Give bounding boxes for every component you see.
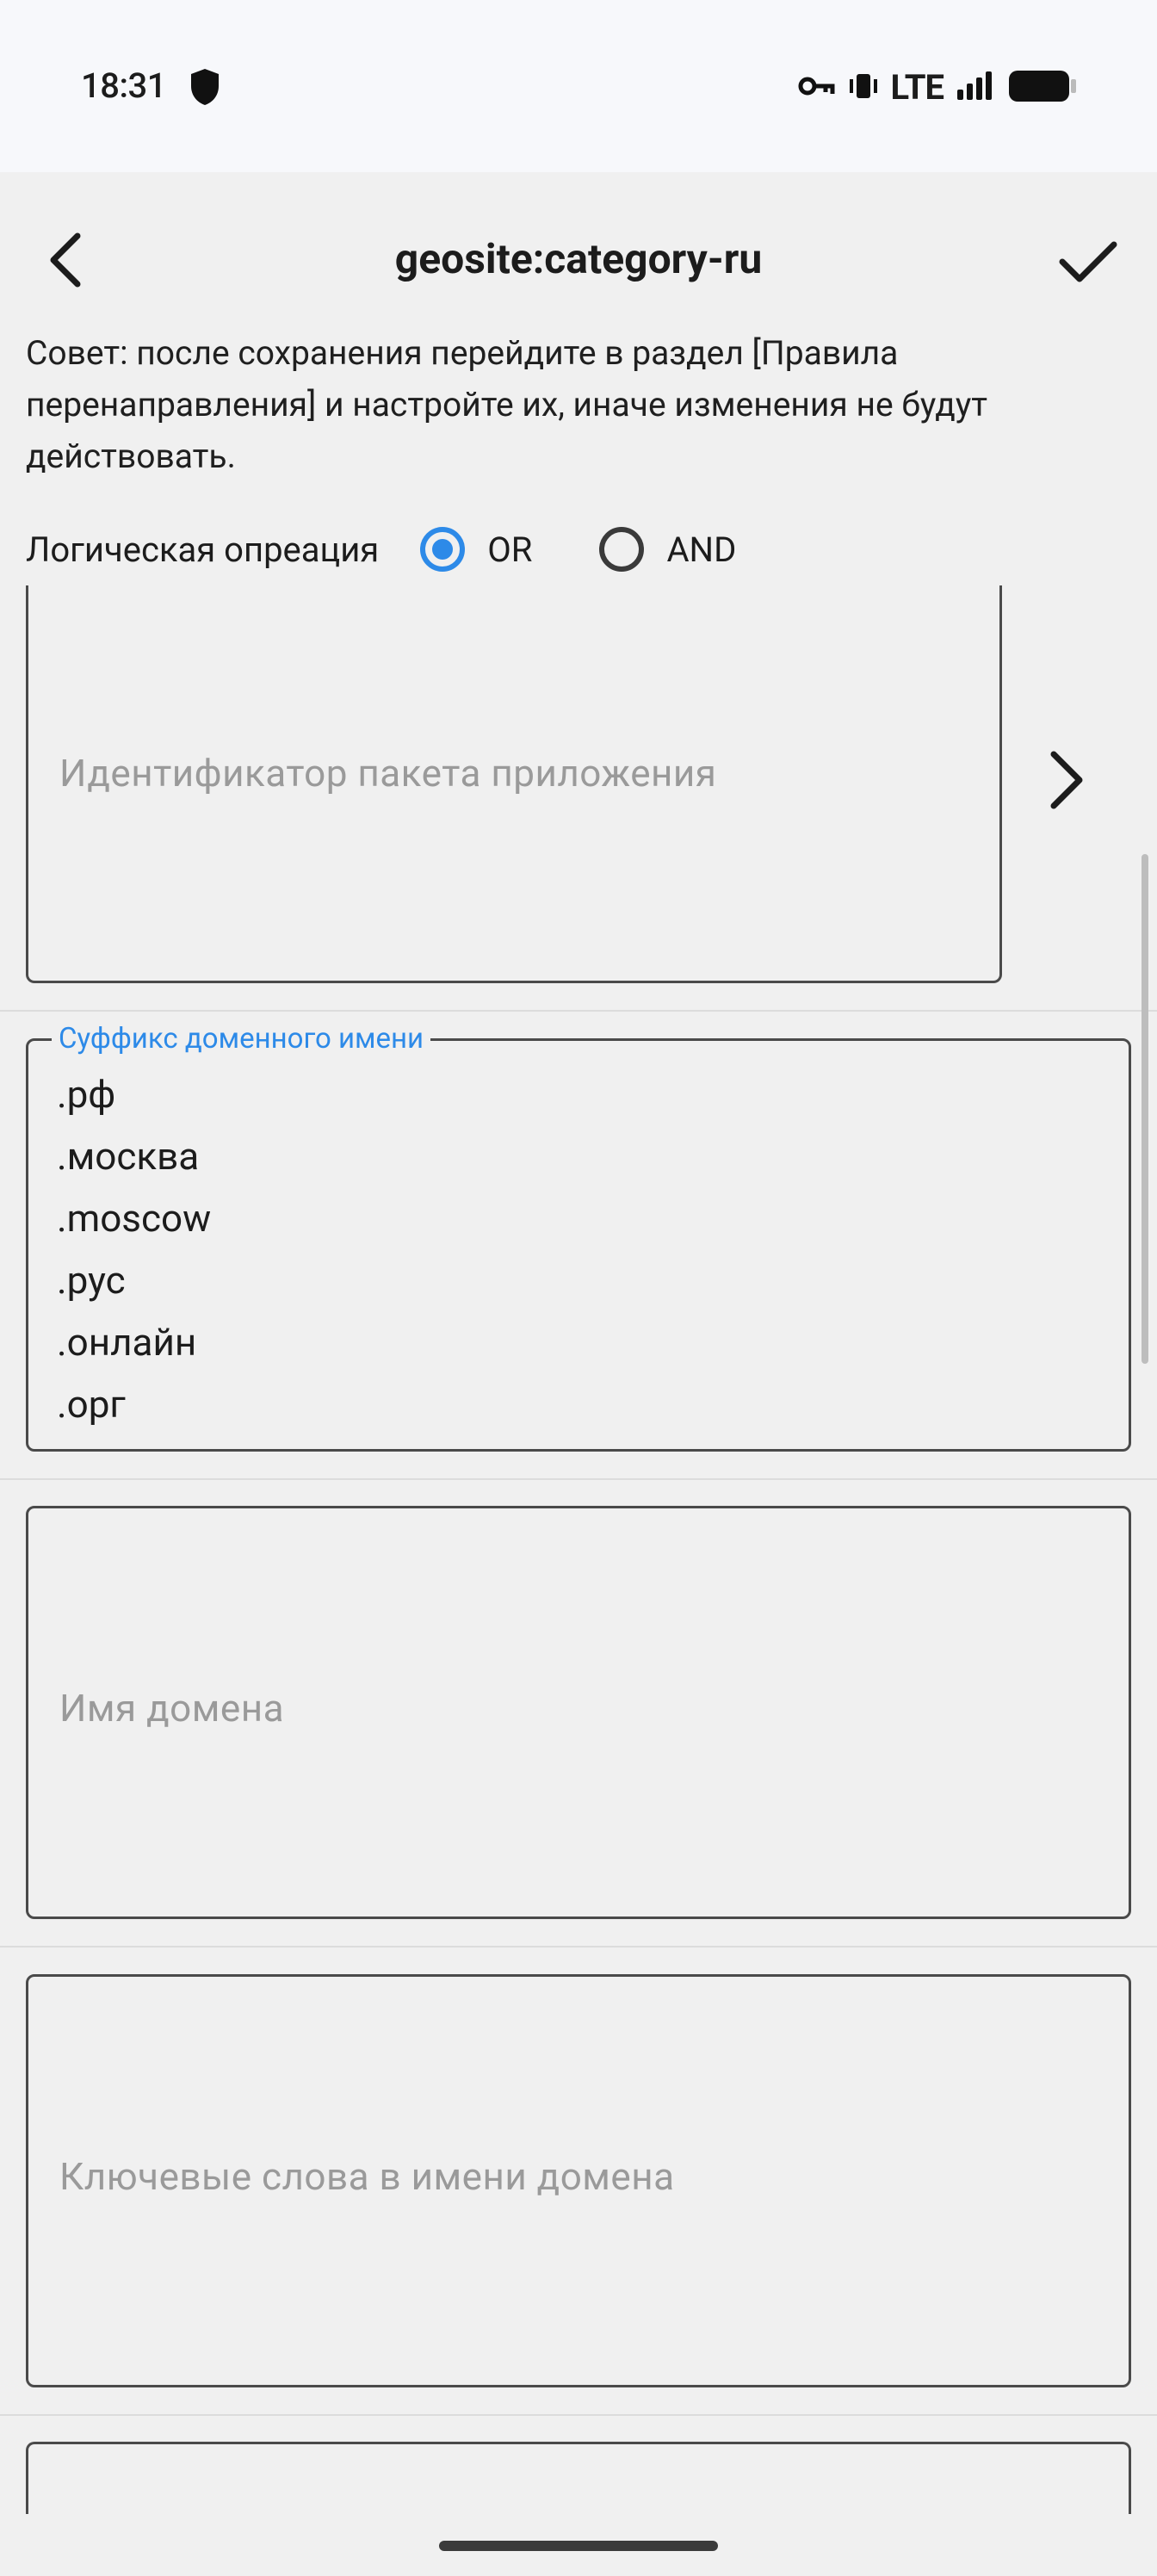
page-title: geosite:category-ru <box>394 234 763 283</box>
logic-operation-row: Логическая опреация OR AND <box>26 522 803 577</box>
domain-name-field[interactable]: Имя домена <box>26 1506 1131 1919</box>
suffix-line: .рус <box>57 1258 126 1303</box>
domain-suffix-label: Суффикс доменного имени <box>52 1022 431 1056</box>
status-bar: 18:31 LTE <box>0 0 1157 172</box>
radio-and[interactable] <box>599 527 645 572</box>
radio-and-label[interactable]: AND <box>666 529 736 570</box>
shield-icon <box>188 67 222 110</box>
chevron-right-icon[interactable] <box>1040 746 1092 814</box>
status-time: 18:31 <box>81 65 166 106</box>
package-id-placeholder: Идентификатор пакета приложения <box>59 751 717 796</box>
domain-keywords-field[interactable]: Ключевые слова в имени домена <box>26 1974 1131 2387</box>
domain-keywords-placeholder: Ключевые слова в имени домена <box>59 2154 675 2199</box>
scrollbar[interactable] <box>1142 854 1148 1364</box>
divider <box>0 1010 1157 1012</box>
next-field[interactable] <box>26 2442 1131 2514</box>
divider <box>0 1478 1157 1480</box>
network-type: LTE <box>890 67 944 108</box>
home-indicator[interactable] <box>439 2541 718 2551</box>
suffix-line: .moscow <box>57 1196 212 1241</box>
domain-name-placeholder: Имя домена <box>59 1686 285 1731</box>
signal-icon <box>956 71 995 105</box>
suffix-line: .орг <box>57 1382 126 1427</box>
status-icons: LTE <box>798 67 1078 108</box>
suffix-line: .москва <box>57 1134 200 1179</box>
divider <box>0 2414 1157 2416</box>
radio-or[interactable] <box>420 527 466 572</box>
battery-icon <box>1007 69 1078 107</box>
suffix-line: .онлайн <box>57 1320 197 1365</box>
package-id-field[interactable]: Идентификатор пакета приложения <box>26 585 1002 983</box>
domain-suffix-values[interactable]: .рф .москва .moscow .рус .онлайн .орг <box>57 1063 211 1435</box>
logic-operation-label: Логическая опреация <box>26 529 380 570</box>
divider <box>0 1946 1157 1947</box>
checkmark-icon[interactable] <box>1054 226 1123 294</box>
tip-text: Совет: после сохранения перейдите в разд… <box>26 333 988 476</box>
suffix-line: .рф <box>57 1072 116 1117</box>
vpn-key-icon <box>798 73 836 102</box>
radio-or-label[interactable]: OR <box>487 529 532 570</box>
vibrate-icon <box>848 71 879 105</box>
